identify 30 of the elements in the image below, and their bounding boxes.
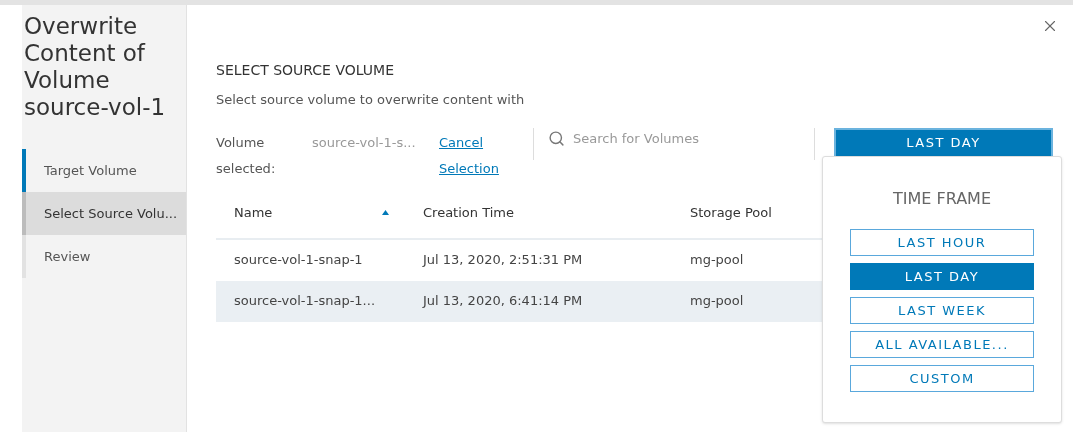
table-cell-text: mg-pool [689,251,745,270]
section-heading: SELECT SOURCE VOLUME [216,61,396,80]
table-cell-text: Jul 13, 2020, 2:51:31 PM [421,251,584,270]
table-cell-text: mg-pool [689,292,745,311]
section-description: Select source volume to overwrite content with [216,91,526,109]
column-header[interactable]: Storage Pool [672,202,822,223]
table-cell-text: Jul 13, 2020, 6:41:14 PM [421,292,584,311]
column-label: Name [234,203,273,222]
wizard-step[interactable]: Review [22,235,186,278]
time-frame-option[interactable]: LAST HOUR [850,229,1034,256]
table-cell-text: source-vol-1-snap-1 [233,251,364,270]
dropdown-title: TIME FRAME [893,188,991,210]
column-label: Creation Time [423,203,514,222]
wizard-step[interactable]: Select Source Volu... [22,192,186,235]
time-frame-option[interactable]: ALL AVAILABLE... [850,331,1034,358]
time-frame-option[interactable]: LAST DAY [850,263,1034,290]
table-row[interactable]: source-vol-1-snap-1 Jul 13, 2020, 2:51:31 PM mg-pool [216,239,822,281]
table-cell-text: source-vol-1-snap-1... [233,292,376,311]
column-header[interactable]: Creation Time [405,202,672,223]
table-row[interactable]: source-vol-1-snap-1... Jul 13, 2020, 6:41:14 PM mg-pool [216,280,822,322]
selected-volume: source-vol-1-s... [312,133,417,152]
cancel-selection-link[interactable]: Cancel Selection [439,129,519,182]
column-label: Storage Pool [690,203,772,222]
wizard-title: Overwrite Content of Volume source-vol-1 [23,12,167,121]
time-frame-button[interactable]: LAST DAY [834,128,1053,158]
column-header[interactable]: Name [216,202,405,223]
time-frame-option[interactable]: LAST WEEK [850,297,1034,324]
search-icon [548,130,565,147]
time-frame-option[interactable]: CUSTOM [850,365,1034,392]
volume-selected-label: Volume selected: [216,133,277,178]
